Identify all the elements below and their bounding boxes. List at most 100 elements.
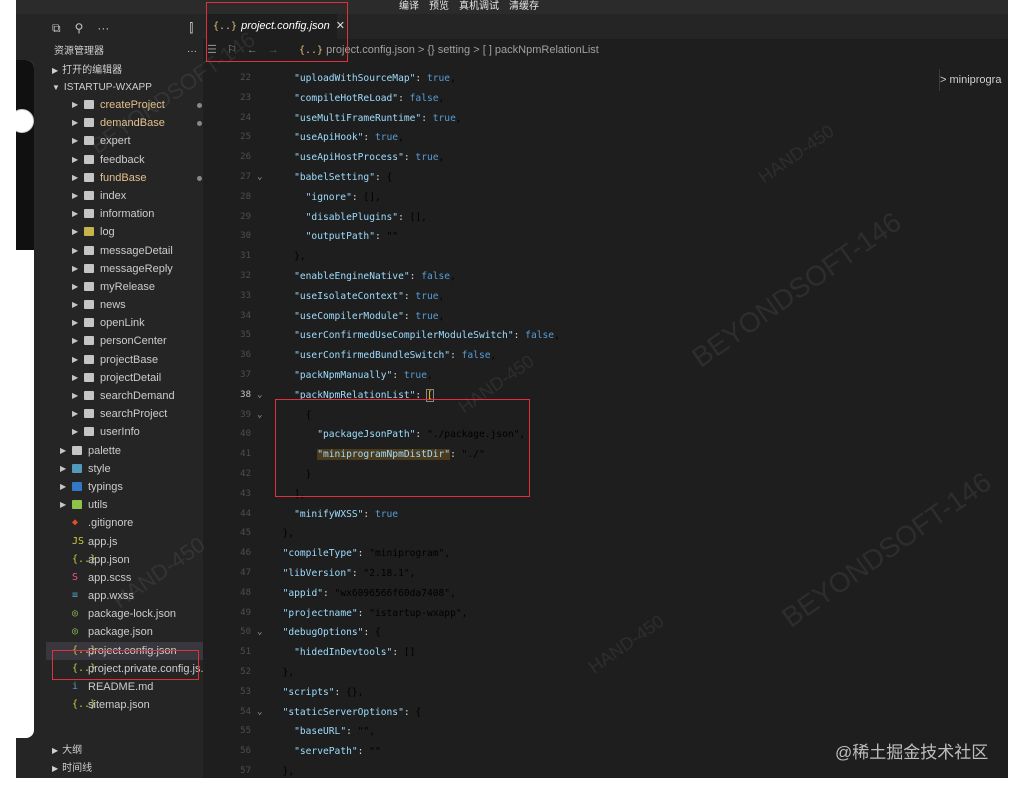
- sticky-scroll-label[interactable]: > miniprogra: [939, 69, 1008, 91]
- menu-device-debug[interactable]: 真机调试: [459, 0, 499, 13]
- fold-chevron-icon[interactable]: ⌄: [257, 703, 262, 723]
- tree-folder-item[interactable]: ▶ messageDetail: [46, 242, 203, 260]
- code-line[interactable]: 29 "disablePlugins": [],: [203, 208, 1008, 228]
- code-line[interactable]: 40 "packageJsonPath": "./package.json",: [203, 425, 1008, 445]
- chevron-right-icon: ▶: [72, 318, 79, 328]
- tree-folder-item[interactable]: ▶ projectBase: [46, 351, 203, 369]
- tree-file-item[interactable]: ◎ package-lock.json: [46, 605, 203, 623]
- tree-folder-item[interactable]: ▶ demandBase: [46, 114, 203, 132]
- outline-section[interactable]: ▶ 大纲: [46, 742, 203, 760]
- tree-file-item[interactable]: {..} sitemap.json: [46, 696, 203, 714]
- code-line[interactable]: 48 "appid": "wx6096566f60da7408",: [203, 584, 1008, 604]
- code-text: "enableEngineNative": false,: [294, 270, 456, 282]
- tree-folder-item[interactable]: ▶ personCenter: [46, 332, 203, 350]
- bookmark-icon[interactable]: ⚐: [227, 39, 237, 61]
- chevron-right-icon: ▶: [72, 154, 79, 164]
- fold-chevron-icon[interactable]: ⌄: [257, 386, 262, 406]
- tree-folder-item[interactable]: ▶ messageReply: [46, 260, 203, 278]
- tree-file-item[interactable]: ◎ package.json: [46, 623, 203, 641]
- tree-folder-item[interactable]: ▶ createProject: [46, 96, 203, 114]
- code-line[interactable]: 27 ⌄ "babelSetting": {: [203, 168, 1008, 188]
- menu-clear-cache[interactable]: 清缓存: [509, 0, 539, 13]
- code-line[interactable]: 31 },: [203, 247, 1008, 267]
- code-line[interactable]: 38 ⌄ "packNpmRelationList": [: [203, 386, 1008, 406]
- code-line[interactable]: 45 },: [203, 524, 1008, 544]
- code-line[interactable]: 32 "enableEngineNative": false,: [203, 267, 1008, 287]
- close-icon[interactable]: ✕: [336, 20, 345, 32]
- tree-folder-item[interactable]: ▶ information: [46, 205, 203, 223]
- code-line[interactable]: 26 "useApiHostProcess": true,: [203, 148, 1008, 168]
- fold-chevron-icon[interactable]: ⌄: [257, 168, 262, 188]
- tree-file-item[interactable]: JS app.js: [46, 533, 203, 551]
- project-section[interactable]: ▼ ISTARTUP-WXAPP: [46, 79, 203, 96]
- code-line[interactable]: 44 "minifyWXSS": true: [203, 505, 1008, 525]
- tree-folder-item[interactable]: ▶ log: [46, 223, 203, 241]
- list-icon[interactable]: ☰: [207, 39, 217, 61]
- code-line[interactable]: 41 "miniprogramNpmDistDir": "./": [203, 445, 1008, 465]
- timeline-section[interactable]: ▶ 时间线: [46, 760, 203, 778]
- code-line[interactable]: 52 },: [203, 663, 1008, 683]
- fold-chevron-icon[interactable]: ⌄: [257, 406, 262, 426]
- tree-folder-item[interactable]: ▶ expert: [46, 132, 203, 150]
- code-line[interactable]: 54 ⌄ "staticServerOptions": {: [203, 703, 1008, 723]
- copy-icon[interactable]: ⧉: [52, 21, 61, 36]
- code-line[interactable]: 37 "packNpmManually": true,: [203, 366, 1008, 386]
- tree-folder-item[interactable]: ▶ openLink: [46, 314, 203, 332]
- back-arrow-icon[interactable]: ←: [247, 39, 258, 61]
- tree-file-item[interactable]: i README.md: [46, 678, 203, 696]
- tree-folder-item[interactable]: ▶ searchDemand: [46, 387, 203, 405]
- search-icon[interactable]: ⚲: [75, 21, 84, 35]
- code-line[interactable]: 57 },: [203, 762, 1008, 778]
- tree-folder-item[interactable]: ▶ searchProject: [46, 405, 203, 423]
- menu-preview[interactable]: 预览: [429, 0, 449, 13]
- tree-folder-item[interactable]: ▶ myRelease: [46, 278, 203, 296]
- tree-folder-item[interactable]: ▶ news: [46, 296, 203, 314]
- tree-folder-item[interactable]: ▶ userInfo: [46, 423, 203, 441]
- tree-file-item[interactable]: Sapp.scss: [46, 569, 203, 587]
- tree-file-item[interactable]: ≡ app.wxss: [46, 587, 203, 605]
- tree-file-item[interactable]: {..} app.json: [46, 551, 203, 569]
- tree-folder-item[interactable]: ▶ palette: [46, 442, 203, 460]
- code-line[interactable]: 33 "useIsolateContext": true,: [203, 287, 1008, 307]
- explorer-more-icon[interactable]: ···: [187, 42, 197, 62]
- tree-file-item[interactable]: {..} project.private.config.js...: [46, 660, 210, 678]
- tree-file-item[interactable]: ◆ .gitignore: [46, 514, 203, 532]
- menu-compile[interactable]: 编译: [399, 0, 419, 13]
- tree-folder-item[interactable]: ▶ fundBase: [46, 169, 203, 187]
- code-line[interactable]: 42 }: [203, 465, 1008, 485]
- tab-project-config[interactable]: {..} project.config.json ✕: [207, 14, 345, 39]
- code-line[interactable]: 53 "scripts": {},: [203, 683, 1008, 703]
- code-line[interactable]: 43 ],: [203, 485, 1008, 505]
- code-line[interactable]: 49 "projectname": "istartup-wxapp",: [203, 604, 1008, 624]
- split-icon[interactable]: ⫿: [189, 21, 193, 36]
- code-line[interactable]: 30 "outputPath": "": [203, 227, 1008, 247]
- code-line[interactable]: 23 "compileHotReLoad": false,: [203, 89, 1008, 109]
- code-line[interactable]: 51 "hidedInDevtools": []: [203, 643, 1008, 663]
- code-line[interactable]: 39 ⌄ {: [203, 406, 1008, 426]
- tree-folder-item[interactable]: ▶ projectDetail: [46, 369, 203, 387]
- fold-chevron-icon[interactable]: ⌄: [257, 623, 262, 643]
- tree-folder-item[interactable]: ▶ typings: [46, 478, 203, 496]
- code-line[interactable]: 35 "userConfirmedUseCompilerModuleSwitch…: [203, 326, 1008, 346]
- more-icon[interactable]: ···: [97, 21, 109, 35]
- code-view[interactable]: 22 "uploadWithSourceMap": true, 23 "compi…: [203, 69, 1008, 778]
- code-line[interactable]: 24 "useMultiFrameRuntime": true,: [203, 109, 1008, 129]
- code-line[interactable]: 47 "libVersion": "2.18.1",: [203, 564, 1008, 584]
- tree-folder-item[interactable]: ▶ feedback: [46, 151, 203, 169]
- tree-folder-item[interactable]: ▶ utils: [46, 496, 203, 514]
- code-line[interactable]: 50 ⌄ "debugOptions": {: [203, 623, 1008, 643]
- code-line[interactable]: 25 "useApiHook": true,: [203, 128, 1008, 148]
- folder-icon: [84, 372, 94, 382]
- tree-folder-item[interactable]: ▶ style: [46, 460, 203, 478]
- forward-arrow-icon[interactable]: →: [268, 39, 279, 61]
- open-editors-section[interactable]: ▶ 打开的编辑器: [46, 62, 203, 79]
- breadcrumb[interactable]: {..} project.config.json > {} setting > …: [299, 39, 599, 62]
- code-line[interactable]: 46 "compileType": "miniprogram",: [203, 544, 1008, 564]
- chevron-right-icon: ▶: [72, 209, 79, 219]
- tree-folder-item[interactable]: ▶ index: [46, 187, 203, 205]
- code-line[interactable]: 34 "useCompilerModule": true,: [203, 307, 1008, 327]
- code-line[interactable]: 36 "userConfirmedBundleSwitch": false,: [203, 346, 1008, 366]
- code-line[interactable]: 28 "ignore": [],: [203, 188, 1008, 208]
- tree-file-item[interactable]: {..} project.config.json: [46, 641, 203, 660]
- code-line[interactable]: 22 "uploadWithSourceMap": true,: [203, 69, 1008, 89]
